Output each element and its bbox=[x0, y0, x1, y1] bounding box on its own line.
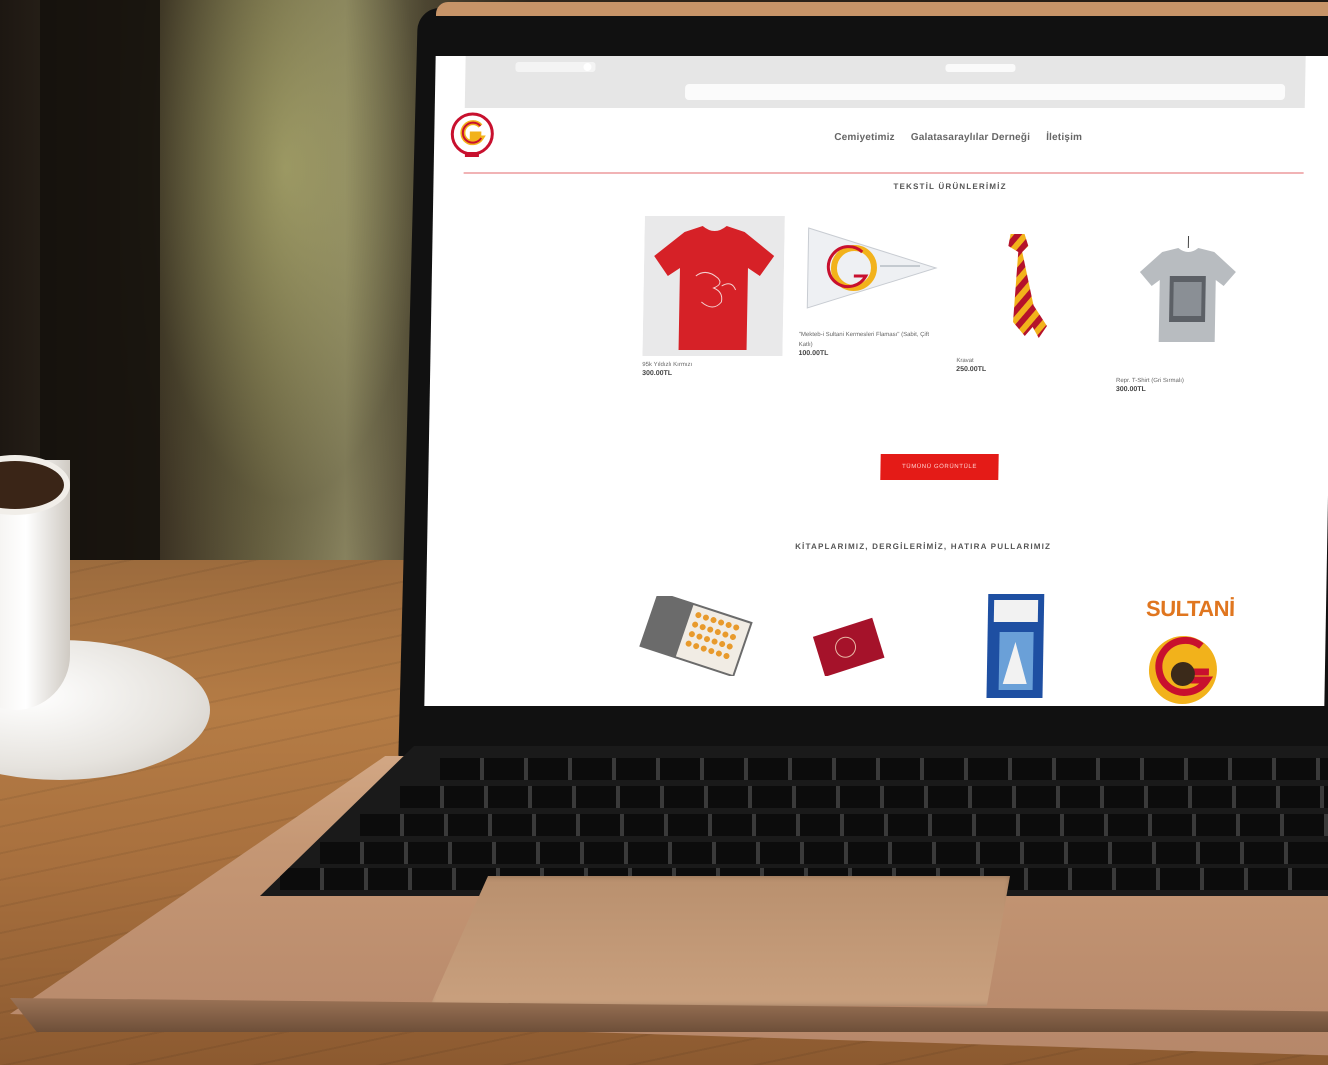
section-title-textile: TEKSTİL ÜRÜNLERİMİZ bbox=[893, 182, 1007, 191]
product-card[interactable]: "Mekteb-i Sultani Kermesleri Flaması" (S… bbox=[798, 216, 940, 357]
grey-tshirt-image[interactable] bbox=[1116, 232, 1258, 372]
window-light bbox=[120, 0, 450, 560]
product-price: 250.00TL bbox=[956, 366, 987, 373]
keyboard bbox=[260, 746, 1328, 896]
laptop-lid-edge bbox=[436, 2, 1328, 16]
blue-book-image[interactable] bbox=[980, 592, 1052, 706]
key-row bbox=[360, 814, 1328, 836]
nav-item-cemiyetimiz[interactable]: Cemiyetimiz bbox=[834, 132, 895, 143]
product-name: 95k Yıldızlı Kırmızı bbox=[642, 362, 693, 368]
galatasaray-crest-icon[interactable] bbox=[450, 112, 495, 160]
header-divider bbox=[463, 172, 1304, 174]
key-row bbox=[320, 842, 1328, 864]
product-price: 300.00TL bbox=[642, 370, 673, 377]
window-title bbox=[945, 64, 1016, 72]
laptop-screen: Cemiyetimiz Galatasaraylılar Derneği İle… bbox=[424, 56, 1328, 706]
nav-item-dernek[interactable]: Galatasaraylılar Derneği bbox=[911, 132, 1031, 143]
trackpad bbox=[430, 876, 1010, 1006]
nav-item-iletisim[interactable]: İletişim bbox=[1046, 132, 1082, 143]
main-nav: Cemiyetimiz Galatasaraylılar Derneği İle… bbox=[834, 132, 1082, 143]
striped-tie-image[interactable] bbox=[956, 226, 1098, 366]
pennant-flag-image[interactable] bbox=[798, 216, 940, 356]
product-name: Repr. T-Shirt (Gri Sırmalı) bbox=[1115, 378, 1184, 384]
url-bar[interactable] bbox=[684, 84, 1286, 100]
product-card[interactable]: 95k Yıldızlı Kırmızı 300.00TL bbox=[642, 216, 785, 377]
magazine-title: SULTANİ bbox=[1145, 596, 1235, 621]
laptop-base bbox=[0, 736, 1328, 1065]
key-row bbox=[440, 758, 1328, 780]
red-book-image[interactable] bbox=[809, 616, 890, 681]
view-all-button[interactable]: TÜMÜNÜ GÖRÜNTÜLE bbox=[880, 454, 999, 480]
browser-chrome bbox=[464, 56, 1306, 108]
product-card[interactable]: Kravat 250.00TL bbox=[956, 226, 1099, 373]
red-tshirt-image[interactable] bbox=[642, 216, 785, 356]
key-row bbox=[400, 786, 1328, 808]
product-price: 300.00TL bbox=[1115, 386, 1146, 393]
section-title-books: KİTAPLARIMIZ, DERGİLERİMİZ, HATIRA PULLA… bbox=[795, 542, 1052, 551]
product-card[interactable]: Repr. T-Shirt (Gri Sırmalı) 300.00TL bbox=[1116, 232, 1259, 393]
stamp-album-image[interactable] bbox=[637, 591, 758, 681]
